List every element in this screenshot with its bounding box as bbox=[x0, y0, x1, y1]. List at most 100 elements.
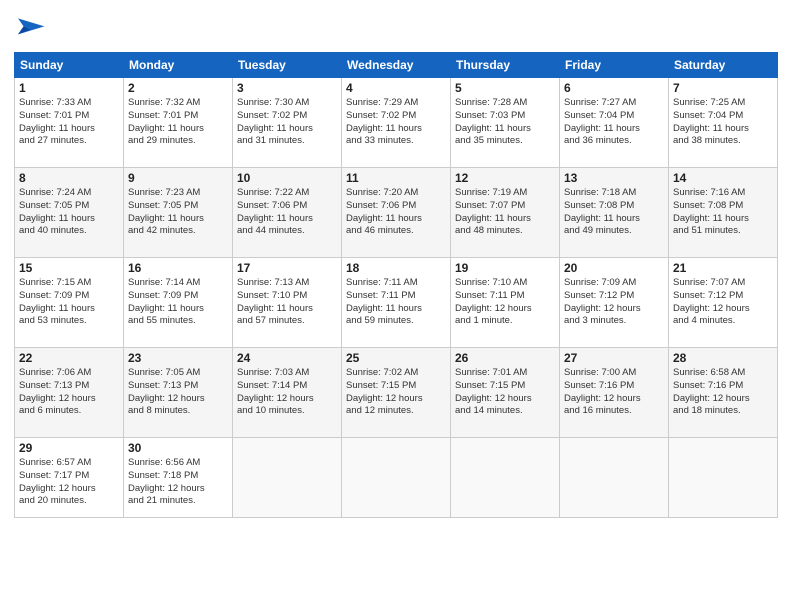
day-number: 30 bbox=[128, 441, 228, 455]
week-row-3: 15 Sunrise: 7:15 AM Sunset: 7:09 PM Dayli… bbox=[15, 258, 778, 348]
day-cell: 22 Sunrise: 7:06 AM Sunset: 7:13 PM Dayli… bbox=[15, 348, 124, 438]
header bbox=[14, 12, 778, 44]
header-cell-friday: Friday bbox=[560, 53, 669, 78]
day-info: Sunrise: 7:20 AM Sunset: 7:06 PM Dayligh… bbox=[346, 187, 446, 238]
day-number: 26 bbox=[455, 351, 555, 365]
day-number: 4 bbox=[346, 81, 446, 95]
day-number: 1 bbox=[19, 81, 119, 95]
day-number: 5 bbox=[455, 81, 555, 95]
day-info: Sunrise: 7:29 AM Sunset: 7:02 PM Dayligh… bbox=[346, 97, 446, 148]
day-cell: 13 Sunrise: 7:18 AM Sunset: 7:08 PM Dayli… bbox=[560, 168, 669, 258]
day-number: 19 bbox=[455, 261, 555, 275]
day-number: 27 bbox=[564, 351, 664, 365]
day-info: Sunrise: 7:00 AM Sunset: 7:16 PM Dayligh… bbox=[564, 367, 664, 418]
day-cell: 27 Sunrise: 7:00 AM Sunset: 7:16 PM Dayli… bbox=[560, 348, 669, 438]
day-number: 23 bbox=[128, 351, 228, 365]
week-row-2: 8 Sunrise: 7:24 AM Sunset: 7:05 PM Daylig… bbox=[15, 168, 778, 258]
day-info: Sunrise: 7:10 AM Sunset: 7:11 PM Dayligh… bbox=[455, 277, 555, 328]
day-info: Sunrise: 7:06 AM Sunset: 7:13 PM Dayligh… bbox=[19, 367, 119, 418]
day-number: 10 bbox=[237, 171, 337, 185]
day-cell: 16 Sunrise: 7:14 AM Sunset: 7:09 PM Dayli… bbox=[124, 258, 233, 348]
day-info: Sunrise: 7:23 AM Sunset: 7:05 PM Dayligh… bbox=[128, 187, 228, 238]
day-number: 2 bbox=[128, 81, 228, 95]
day-info: Sunrise: 7:09 AM Sunset: 7:12 PM Dayligh… bbox=[564, 277, 664, 328]
day-cell: 17 Sunrise: 7:13 AM Sunset: 7:10 PM Dayli… bbox=[233, 258, 342, 348]
day-info: Sunrise: 7:18 AM Sunset: 7:08 PM Dayligh… bbox=[564, 187, 664, 238]
day-cell bbox=[233, 438, 342, 518]
day-info: Sunrise: 6:57 AM Sunset: 7:17 PM Dayligh… bbox=[19, 457, 119, 508]
day-info: Sunrise: 7:25 AM Sunset: 7:04 PM Dayligh… bbox=[673, 97, 773, 148]
day-cell: 4 Sunrise: 7:29 AM Sunset: 7:02 PM Daylig… bbox=[342, 78, 451, 168]
day-number: 20 bbox=[564, 261, 664, 275]
header-cell-wednesday: Wednesday bbox=[342, 53, 451, 78]
day-number: 6 bbox=[564, 81, 664, 95]
logo bbox=[14, 12, 50, 44]
day-cell: 28 Sunrise: 6:58 AM Sunset: 7:16 PM Dayli… bbox=[669, 348, 778, 438]
day-cell bbox=[342, 438, 451, 518]
day-number: 29 bbox=[19, 441, 119, 455]
day-number: 14 bbox=[673, 171, 773, 185]
day-info: Sunrise: 7:24 AM Sunset: 7:05 PM Dayligh… bbox=[19, 187, 119, 238]
day-cell: 6 Sunrise: 7:27 AM Sunset: 7:04 PM Daylig… bbox=[560, 78, 669, 168]
day-number: 25 bbox=[346, 351, 446, 365]
day-info: Sunrise: 7:14 AM Sunset: 7:09 PM Dayligh… bbox=[128, 277, 228, 328]
day-number: 15 bbox=[19, 261, 119, 275]
day-number: 12 bbox=[455, 171, 555, 185]
day-info: Sunrise: 7:02 AM Sunset: 7:15 PM Dayligh… bbox=[346, 367, 446, 418]
day-number: 28 bbox=[673, 351, 773, 365]
day-number: 17 bbox=[237, 261, 337, 275]
day-info: Sunrise: 7:33 AM Sunset: 7:01 PM Dayligh… bbox=[19, 97, 119, 148]
day-cell: 30Sunrise: 6:56 AM Sunset: 7:18 PM Dayli… bbox=[124, 438, 233, 518]
day-number: 24 bbox=[237, 351, 337, 365]
day-number: 11 bbox=[346, 171, 446, 185]
header-cell-thursday: Thursday bbox=[451, 53, 560, 78]
day-cell: 2 Sunrise: 7:32 AM Sunset: 7:01 PM Daylig… bbox=[124, 78, 233, 168]
day-number: 8 bbox=[19, 171, 119, 185]
day-info: Sunrise: 7:32 AM Sunset: 7:01 PM Dayligh… bbox=[128, 97, 228, 148]
week-row-5: 29 Sunrise: 6:57 AM Sunset: 7:17 PM Dayli… bbox=[15, 438, 778, 518]
calendar-table: SundayMondayTuesdayWednesdayThursdayFrid… bbox=[14, 52, 778, 518]
day-cell: 9 Sunrise: 7:23 AM Sunset: 7:05 PM Daylig… bbox=[124, 168, 233, 258]
header-cell-saturday: Saturday bbox=[669, 53, 778, 78]
day-cell: 26 Sunrise: 7:01 AM Sunset: 7:15 PM Dayli… bbox=[451, 348, 560, 438]
header-row: SundayMondayTuesdayWednesdayThursdayFrid… bbox=[15, 53, 778, 78]
day-number: 13 bbox=[564, 171, 664, 185]
day-info: Sunrise: 7:07 AM Sunset: 7:12 PM Dayligh… bbox=[673, 277, 773, 328]
day-cell bbox=[560, 438, 669, 518]
day-info: Sunrise: 7:15 AM Sunset: 7:09 PM Dayligh… bbox=[19, 277, 119, 328]
day-cell: 1 Sunrise: 7:33 AM Sunset: 7:01 PM Daylig… bbox=[15, 78, 124, 168]
header-cell-sunday: Sunday bbox=[15, 53, 124, 78]
day-info: Sunrise: 7:13 AM Sunset: 7:10 PM Dayligh… bbox=[237, 277, 337, 328]
day-cell bbox=[451, 438, 560, 518]
header-cell-tuesday: Tuesday bbox=[233, 53, 342, 78]
day-cell: 21Sunrise: 7:07 AM Sunset: 7:12 PM Dayli… bbox=[669, 258, 778, 348]
day-cell: 3 Sunrise: 7:30 AM Sunset: 7:02 PM Daylig… bbox=[233, 78, 342, 168]
day-number: 18 bbox=[346, 261, 446, 275]
day-info: Sunrise: 7:30 AM Sunset: 7:02 PM Dayligh… bbox=[237, 97, 337, 148]
logo-icon bbox=[14, 12, 46, 44]
day-number: 7 bbox=[673, 81, 773, 95]
day-info: Sunrise: 7:22 AM Sunset: 7:06 PM Dayligh… bbox=[237, 187, 337, 238]
day-cell: 29 Sunrise: 6:57 AM Sunset: 7:17 PM Dayli… bbox=[15, 438, 124, 518]
day-cell bbox=[669, 438, 778, 518]
day-cell: 23 Sunrise: 7:05 AM Sunset: 7:13 PM Dayli… bbox=[124, 348, 233, 438]
week-row-4: 22 Sunrise: 7:06 AM Sunset: 7:13 PM Dayli… bbox=[15, 348, 778, 438]
header-cell-monday: Monday bbox=[124, 53, 233, 78]
day-cell: 10 Sunrise: 7:22 AM Sunset: 7:06 PM Dayli… bbox=[233, 168, 342, 258]
day-info: Sunrise: 7:01 AM Sunset: 7:15 PM Dayligh… bbox=[455, 367, 555, 418]
day-number: 3 bbox=[237, 81, 337, 95]
day-cell: 14 Sunrise: 7:16 AM Sunset: 7:08 PM Dayli… bbox=[669, 168, 778, 258]
day-info: Sunrise: 7:28 AM Sunset: 7:03 PM Dayligh… bbox=[455, 97, 555, 148]
calendar-header: SundayMondayTuesdayWednesdayThursdayFrid… bbox=[15, 53, 778, 78]
day-cell: 24Sunrise: 7:03 AM Sunset: 7:14 PM Dayli… bbox=[233, 348, 342, 438]
day-info: Sunrise: 6:58 AM Sunset: 7:16 PM Dayligh… bbox=[673, 367, 773, 418]
day-number: 22 bbox=[19, 351, 119, 365]
day-info: Sunrise: 7:19 AM Sunset: 7:07 PM Dayligh… bbox=[455, 187, 555, 238]
day-info: Sunrise: 7:11 AM Sunset: 7:11 PM Dayligh… bbox=[346, 277, 446, 328]
day-number: 9 bbox=[128, 171, 228, 185]
day-info: Sunrise: 7:27 AM Sunset: 7:04 PM Dayligh… bbox=[564, 97, 664, 148]
calendar-body: 1 Sunrise: 7:33 AM Sunset: 7:01 PM Daylig… bbox=[15, 78, 778, 518]
day-info: Sunrise: 7:05 AM Sunset: 7:13 PM Dayligh… bbox=[128, 367, 228, 418]
day-info: Sunrise: 7:16 AM Sunset: 7:08 PM Dayligh… bbox=[673, 187, 773, 238]
day-number: 16 bbox=[128, 261, 228, 275]
